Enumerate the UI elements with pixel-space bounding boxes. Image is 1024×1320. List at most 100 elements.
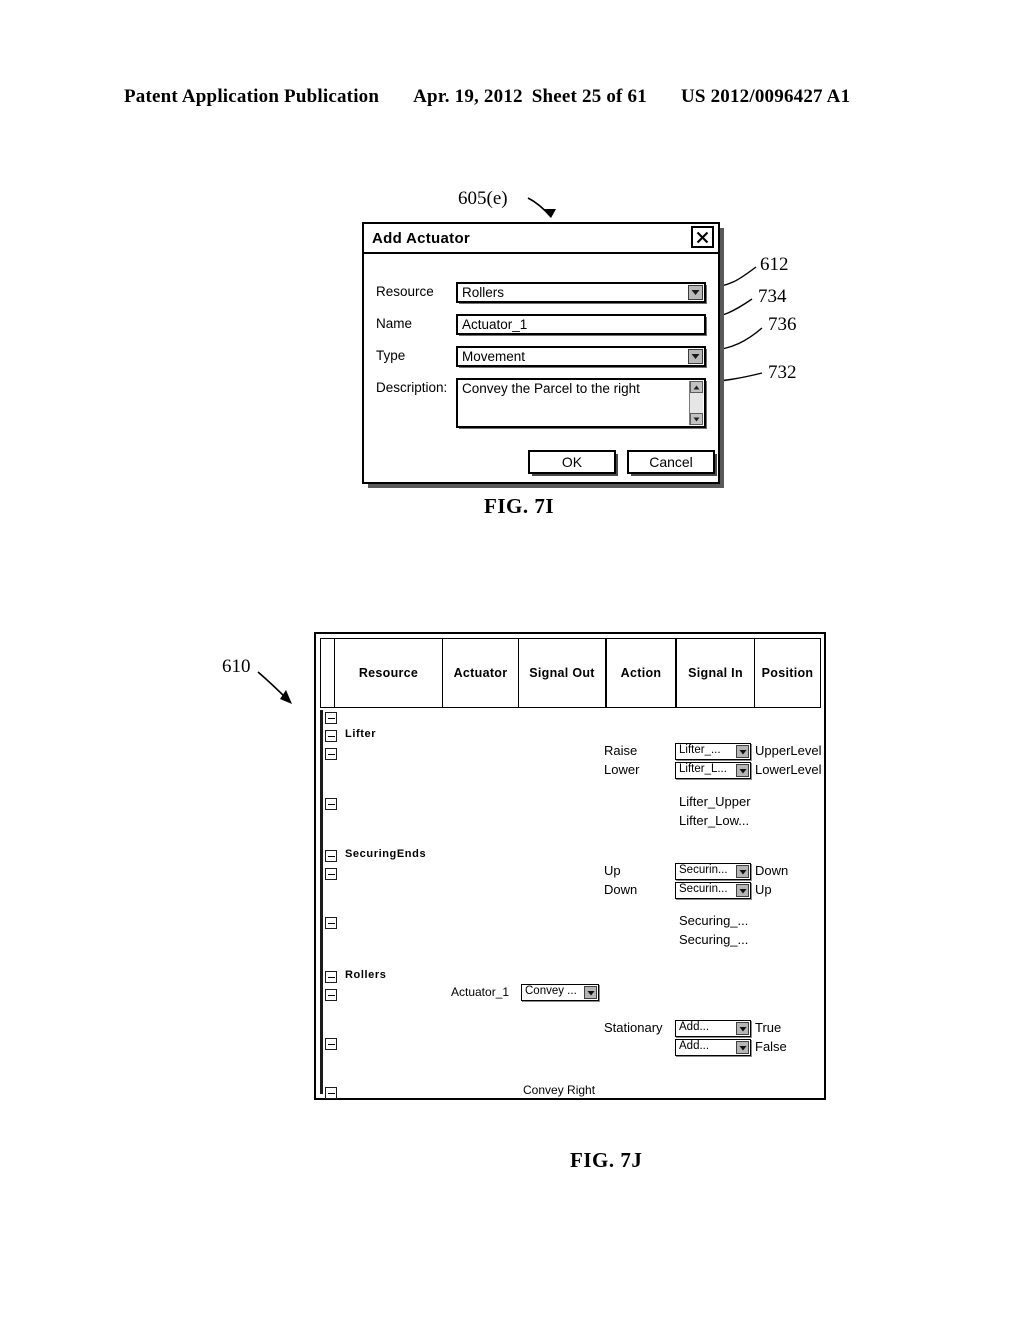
signal-in-combobox-lifter-lower[interactable]: Lifter_L...: [675, 762, 751, 779]
column-header-resource[interactable]: Resource: [335, 639, 443, 707]
column-header-action[interactable]: Action: [607, 639, 677, 707]
scroll-down-arrow-icon[interactable]: [690, 413, 703, 425]
position-cell-false: False: [755, 1039, 787, 1054]
cancel-button[interactable]: Cancel: [627, 450, 715, 474]
ok-button[interactable]: OK: [528, 450, 616, 474]
action-cell-lower: Lower: [604, 762, 640, 777]
signal-out-value: Convey ...: [525, 985, 577, 997]
type-label: Type: [376, 348, 406, 363]
signal-in-value: Lifter_L...: [679, 763, 727, 775]
signal-in-value: Lifter_...: [679, 744, 721, 756]
signal-in-combobox-lifter-raise[interactable]: Lifter_...: [675, 743, 751, 760]
tree-toggle-rollers-actions[interactable]: [325, 1038, 337, 1050]
tree-toggle-securingends-actions[interactable]: [325, 868, 337, 880]
position-cell-true: True: [755, 1020, 782, 1035]
tree-toggle-rollers-actuator[interactable]: [325, 989, 337, 1001]
action-cell-raise: Raise: [604, 743, 638, 758]
tree-toggle-root[interactable]: [325, 712, 337, 724]
signal-cell-securing-2: Securing_...: [679, 932, 749, 947]
chevron-down-glyph: [691, 354, 700, 359]
name-textbox[interactable]: Actuator_1: [456, 314, 706, 335]
resource-name-securingends: SecuringEnds: [345, 848, 427, 860]
chevron-down-glyph: [691, 290, 700, 295]
column-header-signal-out[interactable]: Signal Out: [519, 639, 607, 707]
name-value: Actuator_1: [462, 317, 528, 332]
action-cell-stationary: Stationary: [604, 1020, 663, 1035]
resource-name-lifter: Lifter: [345, 728, 377, 740]
close-x-icon[interactable]: [691, 226, 714, 248]
action-cell-up: Up: [604, 863, 621, 878]
type-value: Movement: [462, 349, 526, 364]
actuator-cell-actuator1: Actuator_1: [451, 985, 510, 999]
cancel-button-label: Cancel: [649, 454, 693, 470]
field-row-description: Description: Convey the Parcel to the ri…: [364, 378, 718, 430]
description-label: Description:: [376, 380, 448, 395]
callout-605e: 605(e): [458, 188, 508, 209]
description-value: Convey the Parcel to the right: [462, 381, 640, 396]
caret-down-glyph: [693, 417, 700, 421]
tree-toggle-rollers-signals[interactable]: [325, 1087, 337, 1099]
tree-toggle-lifter-signals[interactable]: [325, 798, 337, 810]
figure-caption-7i: FIG. 7I: [484, 494, 555, 518]
callout-610: 610: [222, 656, 251, 677]
dialog-title: Add Actuator: [372, 229, 471, 247]
signal-cell-convey-right: Convey Right: [523, 1083, 596, 1097]
scroll-up-arrow-icon[interactable]: [690, 381, 703, 393]
signal-in-combobox-securing-up[interactable]: Securin...: [675, 863, 751, 880]
chevron-down-icon[interactable]: [584, 986, 597, 999]
signal-in-combobox-rollers-true[interactable]: Add...: [675, 1020, 751, 1037]
tree-toggle-securingends-signals[interactable]: [325, 917, 337, 929]
chevron-down-icon[interactable]: [736, 745, 749, 758]
chevron-down-glyph: [739, 869, 746, 874]
chevron-down-icon[interactable]: [736, 865, 749, 878]
tree-toggle-securingends[interactable]: [325, 850, 337, 862]
type-combobox[interactable]: Movement: [456, 346, 706, 367]
signal-in-value: Add...: [679, 1021, 710, 1033]
chevron-down-icon[interactable]: [736, 884, 749, 897]
position-cell-upperlevel: UpperLevel: [755, 743, 822, 758]
chevron-down-icon[interactable]: [736, 1041, 749, 1054]
signal-out-combobox-convey[interactable]: Convey ...: [521, 984, 599, 1001]
chevron-down-icon[interactable]: [688, 285, 703, 300]
header-gutter: [321, 639, 335, 707]
table-header-row: Resource Actuator Signal Out Action Sign…: [320, 638, 821, 708]
figure-caption-7j: FIG. 7J: [570, 1148, 643, 1172]
chevron-down-glyph: [739, 1045, 746, 1050]
chevron-down-icon[interactable]: [736, 764, 749, 777]
column-header-actuator[interactable]: Actuator: [443, 639, 519, 707]
resource-combobox[interactable]: Rollers: [456, 282, 706, 303]
signal-cell-securing-1: Securing_...: [679, 913, 749, 928]
chevron-down-glyph: [739, 1026, 746, 1031]
scrollbar-track[interactable]: [690, 393, 703, 413]
patent-number: US 2012/0096427 A1: [680, 86, 851, 107]
position-cell-lowerlevel: LowerLevel: [755, 762, 822, 777]
chevron-down-glyph: [587, 990, 594, 995]
chevron-down-icon[interactable]: [736, 1022, 749, 1035]
position-cell-down: Down: [755, 863, 789, 878]
caret-up-glyph: [693, 385, 700, 389]
callout-736: 736: [768, 314, 797, 335]
callout-734: 734: [758, 286, 787, 307]
column-header-position[interactable]: Position: [755, 639, 820, 707]
resource-value: Rollers: [462, 285, 505, 300]
resource-actuator-table: Resource Actuator Signal Out Action Sign…: [314, 632, 826, 1100]
column-header-signal-in[interactable]: Signal In: [677, 639, 755, 707]
tree-toggle-lifter-actions[interactable]: [325, 748, 337, 760]
chevron-down-icon[interactable]: [688, 349, 703, 364]
patent-page-header: Patent Application Publication Apr. 19, …: [124, 86, 914, 108]
dialog-body: Resource Rollers Name Actuator_1 Type Mo…: [364, 254, 718, 482]
signal-in-combobox-securing-down[interactable]: Securin...: [675, 882, 751, 899]
tree-toggle-rollers[interactable]: [325, 971, 337, 983]
chevron-down-glyph: [739, 768, 746, 773]
signal-cell-lifter-upper: Lifter_Upper: [679, 794, 751, 809]
tree-toggle-lifter[interactable]: [325, 730, 337, 742]
chevron-down-glyph: [739, 888, 746, 893]
description-scrollbar[interactable]: [689, 381, 703, 425]
chevron-down-glyph: [739, 749, 746, 754]
resource-name-rollers: Rollers: [345, 969, 387, 981]
field-row-name: Name Actuator_1: [364, 314, 718, 336]
signal-in-combobox-rollers-false[interactable]: Add...: [675, 1039, 751, 1056]
add-actuator-dialog: Add Actuator Resource Rollers Name Actua…: [362, 222, 720, 484]
action-cell-down: Down: [604, 882, 638, 897]
description-textarea[interactable]: Convey the Parcel to the right: [456, 378, 706, 428]
